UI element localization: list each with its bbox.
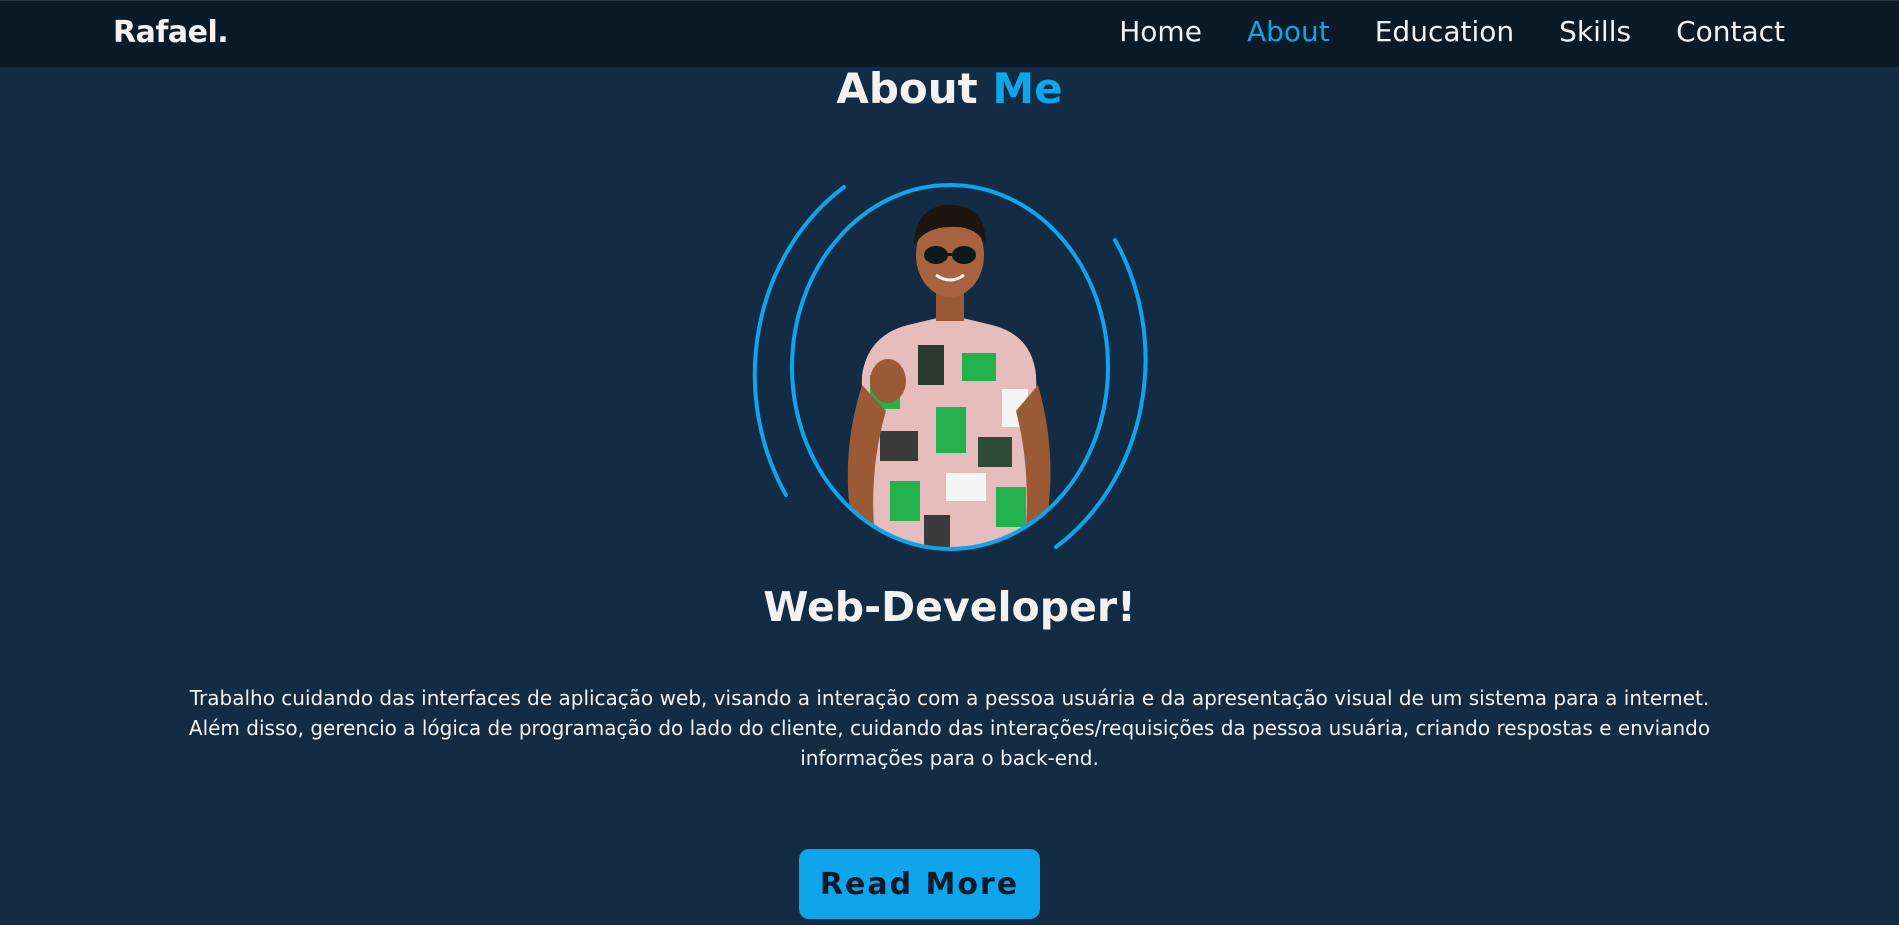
nav-link-home[interactable]: Home (1119, 15, 1202, 48)
nav-link-skills[interactable]: Skills (1559, 15, 1631, 48)
nav-link-education[interactable]: Education (1375, 15, 1514, 48)
section-title-main: About (836, 64, 978, 113)
role-heading: Web-Developer! (763, 583, 1136, 631)
profile-portrait (740, 175, 1160, 565)
about-description: Trabalho cuidando das interfaces de apli… (170, 683, 1729, 773)
nav-link-contact[interactable]: Contact (1676, 15, 1785, 48)
description-line-1: Trabalho cuidando das interfaces de apli… (189, 686, 1710, 710)
nav-link-about[interactable]: About (1247, 15, 1330, 48)
profile-photo-icon (752, 183, 1148, 551)
section-title: About Me (0, 64, 1899, 113)
navbar: Rafael. Home About Education Skills Cont… (0, 0, 1899, 67)
section-title-accent: Me (992, 64, 1063, 113)
logo[interactable]: Rafael. (113, 15, 229, 50)
read-more-button[interactable]: Read More (799, 849, 1040, 919)
nav-links: Home About Education Skills Contact (1119, 15, 1785, 48)
description-line-2: Além disso, gerencio a lógica de program… (188, 716, 1711, 770)
